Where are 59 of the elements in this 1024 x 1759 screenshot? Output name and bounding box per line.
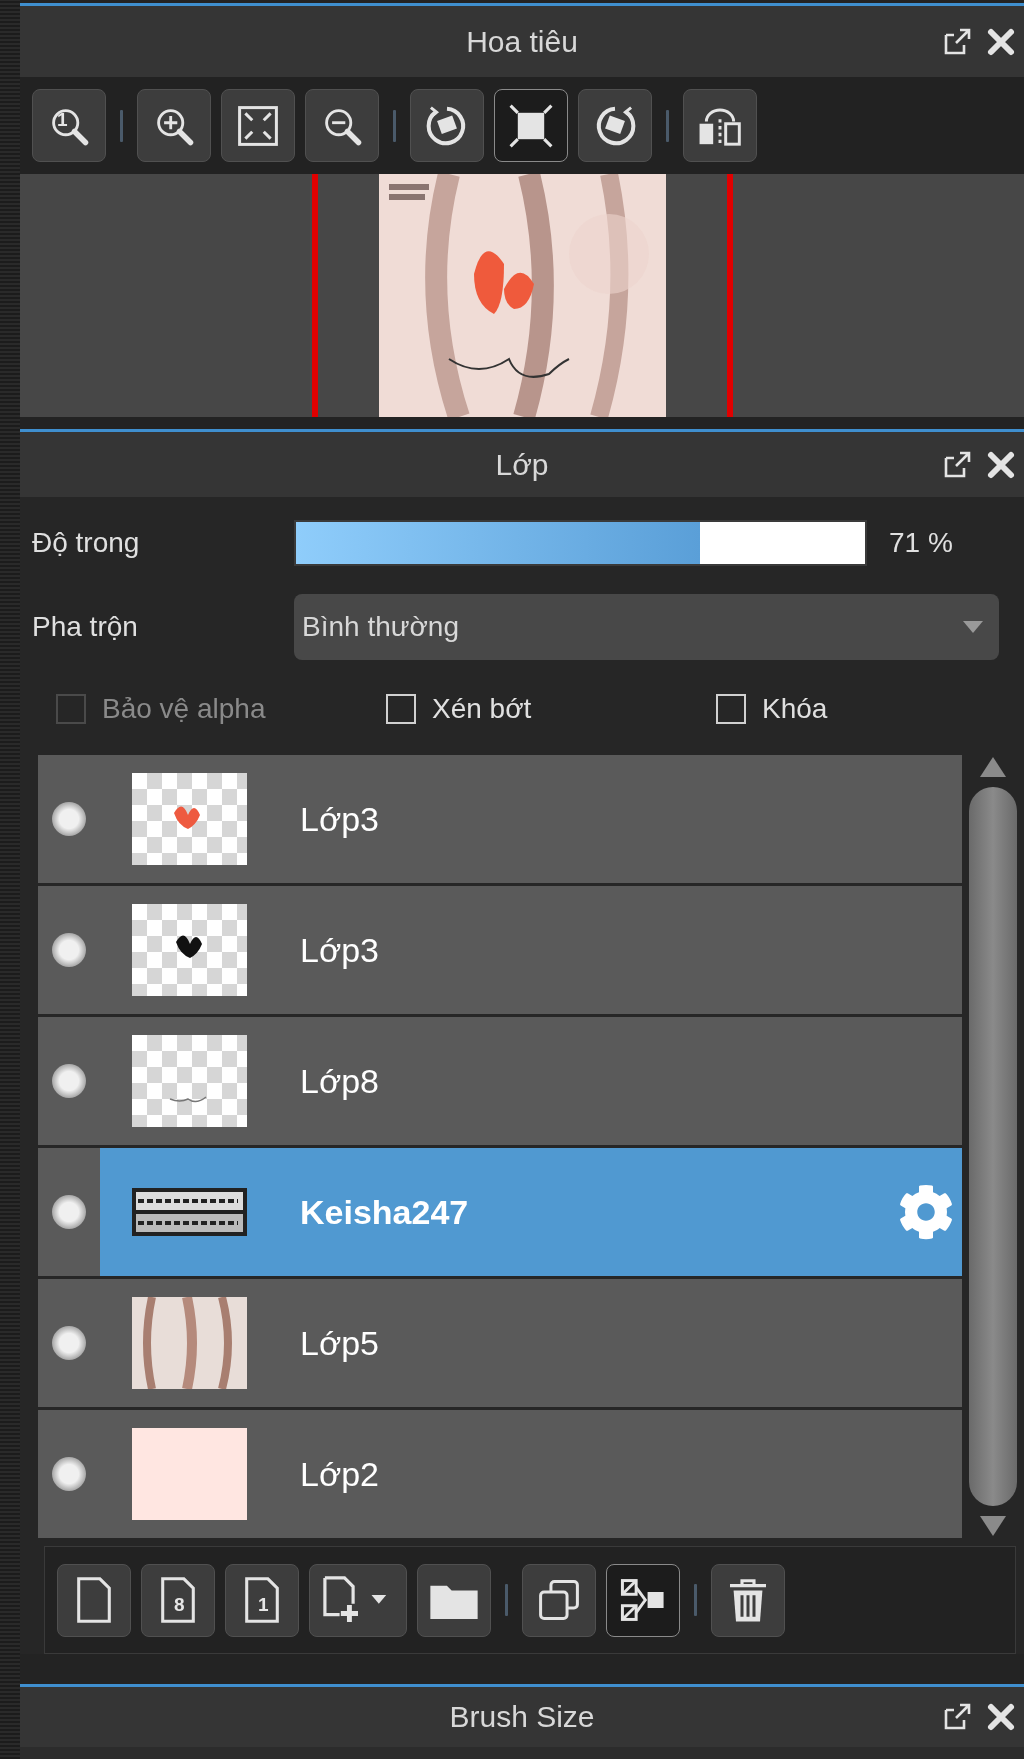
layer-name: Lớp8 bbox=[300, 1061, 381, 1101]
visibility-toggle[interactable] bbox=[52, 1195, 86, 1229]
checkbox-label: Khóa bbox=[762, 693, 828, 725]
merge-icon bbox=[619, 1577, 667, 1623]
page-icon bbox=[242, 1576, 282, 1624]
opacity-label: Độ trong bbox=[32, 527, 141, 559]
layer-name: Lớp3 bbox=[300, 799, 381, 839]
close-icon bbox=[986, 26, 1016, 57]
page-icon bbox=[158, 1576, 198, 1624]
layer-row[interactable]: Lớp3 bbox=[38, 755, 962, 883]
layer-row[interactable]: Lớp2 bbox=[38, 1410, 962, 1538]
rotate-left-button[interactable] bbox=[410, 89, 484, 162]
popout-icon bbox=[942, 449, 972, 480]
new-layer-button[interactable]: 8 bbox=[141, 1563, 215, 1637]
add-layer-menu-button[interactable] bbox=[309, 1563, 407, 1637]
scroll-up-icon[interactable] bbox=[980, 757, 1006, 777]
new-layer-button[interactable] bbox=[57, 1563, 131, 1637]
delete-layer-button[interactable] bbox=[711, 1563, 785, 1637]
visibility-toggle[interactable] bbox=[52, 802, 86, 836]
opacity-slider[interactable] bbox=[294, 520, 867, 566]
layer-row[interactable]: Lớp5 bbox=[38, 1279, 962, 1407]
fit-window-button[interactable] bbox=[494, 89, 568, 162]
zoom-actual-button[interactable]: 1 bbox=[32, 89, 106, 162]
blend-label: Pha trộn bbox=[32, 611, 139, 643]
fit-canvas-button[interactable] bbox=[221, 89, 295, 162]
visibility-toggle[interactable] bbox=[52, 1457, 86, 1491]
panel-title: Brush Size bbox=[449, 1700, 595, 1734]
blend-dropdown[interactable]: Bình thường bbox=[294, 594, 999, 660]
layer-row[interactable]: Lớp3 bbox=[38, 886, 962, 1014]
layer-row[interactable]: Lớp8 bbox=[38, 1017, 962, 1145]
opacity-reading: 71 % bbox=[889, 527, 953, 559]
scroll-down-icon[interactable] bbox=[980, 1516, 1006, 1536]
new-layer-button[interactable]: 1 bbox=[225, 1563, 299, 1637]
folder-button[interactable] bbox=[417, 1563, 491, 1637]
checkbox-label: Bảo vệ alpha bbox=[102, 693, 266, 725]
layer-name: Lớp3 bbox=[300, 930, 381, 970]
settings-icon[interactable] bbox=[898, 1184, 954, 1240]
checkbox-label: Xén bớt bbox=[432, 693, 532, 725]
close-icon bbox=[986, 1702, 1016, 1732]
page-icon bbox=[74, 1576, 114, 1624]
panel-title: Hoa tiêu bbox=[466, 24, 578, 59]
visibility-toggle[interactable] bbox=[52, 1064, 86, 1098]
caret-icon bbox=[963, 621, 983, 633]
merge-layer-button[interactable] bbox=[606, 1563, 680, 1637]
layer-name: Lớp2 bbox=[300, 1454, 381, 1494]
duplicate-icon bbox=[536, 1577, 582, 1623]
close-icon bbox=[986, 449, 1016, 480]
popout-icon bbox=[942, 1702, 972, 1732]
layer-name: Keisha247 bbox=[300, 1192, 470, 1232]
popout-icon bbox=[942, 26, 972, 57]
layer-name: Lớp5 bbox=[300, 1323, 381, 1363]
zoom-out-button[interactable] bbox=[305, 89, 379, 162]
panel-title: Lớp bbox=[495, 447, 549, 482]
rotate-right-button[interactable] bbox=[578, 89, 652, 162]
flip-button[interactable] bbox=[683, 89, 757, 162]
visibility-toggle[interactable] bbox=[52, 1326, 86, 1360]
duplicate-layer-button[interactable] bbox=[522, 1563, 596, 1637]
zoom-in-button[interactable] bbox=[137, 89, 211, 162]
visibility-toggle[interactable] bbox=[52, 933, 86, 967]
